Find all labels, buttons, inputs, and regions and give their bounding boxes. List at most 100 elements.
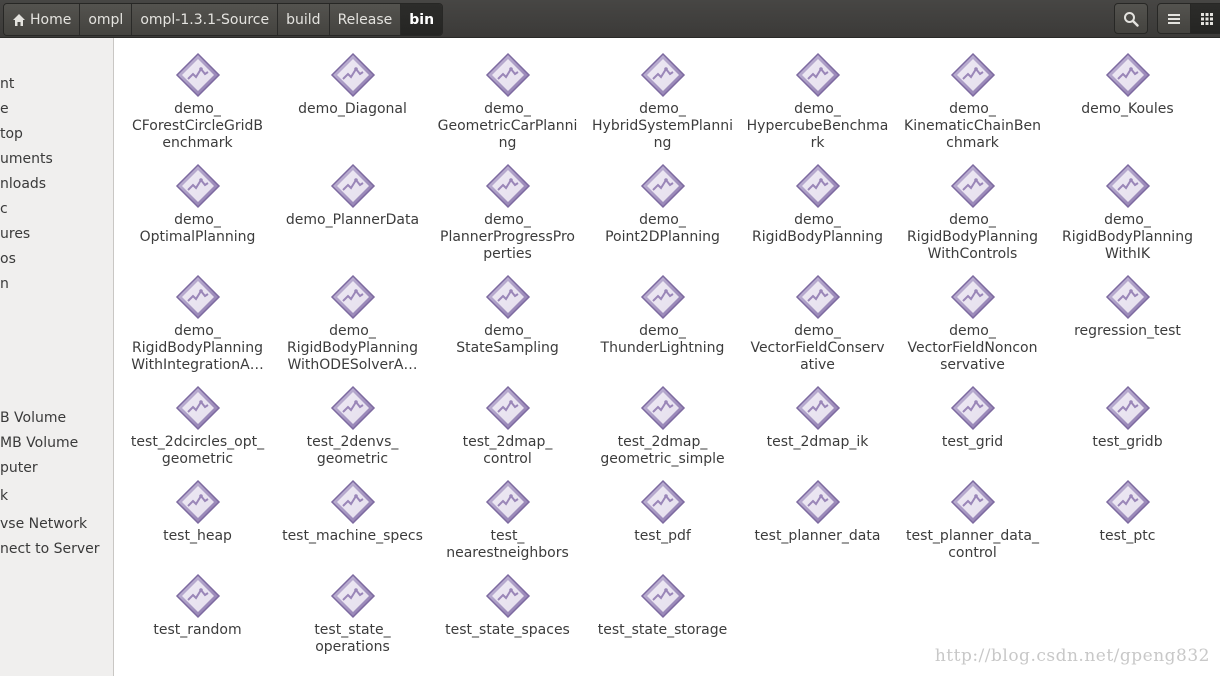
breadcrumb-ompl-source[interactable]: ompl-1.3.1-Source <box>132 4 279 35</box>
breadcrumb-label: Home <box>30 11 72 28</box>
file-item[interactable]: test_gridb <box>1055 385 1200 451</box>
executable-file-icon <box>175 573 220 619</box>
file-label: test_ nearestneighbors <box>446 528 569 561</box>
file-item[interactable]: test_planner_data <box>745 479 890 545</box>
file-label: test_state_storage <box>597 622 728 638</box>
file-item[interactable]: demo_ HypercubeBenchma rk <box>745 52 890 152</box>
file-item[interactable]: demo_ VectorFieldConserv ative <box>745 274 890 374</box>
file-label: demo_ KinematicChainBen chmark <box>904 101 1041 151</box>
sidebar-item-browse-network[interactable]: vse Network <box>0 513 87 535</box>
file-item[interactable]: test_ nearestneighbors <box>435 479 580 562</box>
executable-file-icon <box>485 163 530 209</box>
file-item[interactable]: demo_ RigidBodyPlanning WithIntegrationA… <box>125 274 270 374</box>
file-label: test_gridb <box>1092 434 1163 450</box>
breadcrumb-label: ompl-1.3.1-Source <box>140 11 270 28</box>
executable-file-icon <box>330 52 375 98</box>
file-item[interactable]: demo_ ThunderLightning <box>590 274 735 357</box>
file-label: demo_ PlannerProgressPro perties <box>440 212 575 262</box>
executable-file-icon <box>1105 385 1150 431</box>
breadcrumb-label: Release <box>337 11 393 28</box>
file-label: test_machine_specs <box>282 528 423 544</box>
executable-file-icon <box>640 274 685 320</box>
executable-file-icon <box>175 163 220 209</box>
file-label: test_planner_data <box>754 528 881 544</box>
file-item[interactable]: test_heap <box>125 479 270 545</box>
file-label: demo_ RigidBodyPlanning WithIK <box>1062 212 1193 262</box>
file-label: demo_Koules <box>1081 101 1174 117</box>
file-item[interactable]: demo_ HybridSystemPlanni ng <box>590 52 735 152</box>
file-item[interactable]: demo_Koules <box>1055 52 1200 118</box>
sidebar-item-downloads[interactable]: nloads <box>0 173 46 195</box>
sidebar-item-pictures[interactable]: ures <box>0 223 30 245</box>
sidebar-item-recent[interactable]: nt <box>0 73 14 95</box>
sidebar-item-home[interactable]: e <box>0 98 9 120</box>
file-item[interactable]: demo_ RigidBodyPlanning WithIK <box>1055 163 1200 263</box>
file-item[interactable]: test_2dcircles_opt_ geometric <box>125 385 270 468</box>
file-item[interactable]: test_state_spaces <box>435 573 580 639</box>
executable-file-icon <box>795 163 840 209</box>
executable-file-icon <box>175 52 220 98</box>
search-button[interactable] <box>1114 3 1148 34</box>
sidebar-item-documents[interactable]: uments <box>0 148 53 170</box>
file-item[interactable]: test_machine_specs <box>280 479 425 545</box>
header-bar: Home ompl ompl-1.3.1-Source build Releas… <box>0 0 1220 38</box>
search-icon <box>1124 11 1139 27</box>
breadcrumb-home[interactable]: Home <box>4 4 81 35</box>
sidebar-item-computer[interactable]: puter <box>0 457 38 479</box>
file-item[interactable]: test_state_storage <box>590 573 735 639</box>
list-view-button[interactable] <box>1157 3 1191 34</box>
file-label: test_ptc <box>1099 528 1156 544</box>
file-item[interactable]: demo_ RigidBodyPlanning <box>745 163 890 246</box>
sidebar-item-music[interactable]: c <box>0 198 8 220</box>
file-item[interactable]: demo_ Point2DPlanning <box>590 163 735 246</box>
executable-file-icon <box>795 385 840 431</box>
file-item[interactable]: demo_ RigidBodyPlanning WithODESolverA… <box>280 274 425 374</box>
file-item[interactable]: test_random <box>125 573 270 639</box>
file-item[interactable]: demo_ RigidBodyPlanning WithControls <box>900 163 1045 263</box>
executable-file-icon <box>175 479 220 525</box>
sidebar-item-connect-to-server[interactable]: nect to Server <box>0 538 100 560</box>
breadcrumb-bin[interactable]: bin <box>401 4 443 35</box>
file-item[interactable]: demo_ StateSampling <box>435 274 580 357</box>
file-item[interactable]: test_grid <box>900 385 1045 451</box>
file-label: demo_Diagonal <box>298 101 407 117</box>
file-item[interactable]: test_2dmap_ geometric_simple <box>590 385 735 468</box>
sidebar-item-volume-2[interactable]: MB Volume <box>0 432 78 454</box>
breadcrumb-build[interactable]: build <box>278 4 330 35</box>
grid-view-button[interactable] <box>1190 3 1220 34</box>
file-item[interactable]: test_planner_data_ control <box>900 479 1045 562</box>
sidebar-item-desktop[interactable]: top <box>0 123 23 145</box>
breadcrumb-ompl[interactable]: ompl <box>80 4 133 35</box>
executable-file-icon <box>330 163 375 209</box>
file-label: demo_ HybridSystemPlanni ng <box>592 101 733 151</box>
file-item[interactable]: demo_ KinematicChainBen chmark <box>900 52 1045 152</box>
file-item[interactable]: test_pdf <box>590 479 735 545</box>
file-item[interactable]: demo_ OptimalPlanning <box>125 163 270 246</box>
file-label: demo_ HypercubeBenchma rk <box>746 101 889 151</box>
executable-file-icon <box>640 52 685 98</box>
file-label: regression_test <box>1074 323 1181 339</box>
file-item[interactable]: demo_PlannerData <box>280 163 425 229</box>
file-label: demo_ RigidBodyPlanning WithODESolverA… <box>287 323 418 373</box>
file-label: test_2dmap_ik <box>766 434 869 450</box>
sidebar-item-trash[interactable]: n <box>0 273 9 295</box>
file-item[interactable]: test_2dmap_ik <box>745 385 890 451</box>
file-item[interactable]: test_2dmap_ control <box>435 385 580 468</box>
file-item[interactable]: test_ptc <box>1055 479 1200 545</box>
executable-file-icon <box>640 479 685 525</box>
file-item[interactable]: test_state_ operations <box>280 573 425 656</box>
file-item[interactable]: demo_ GeometricCarPlanni ng <box>435 52 580 152</box>
sidebar: nt e top uments nloads c ures os n B Vol… <box>0 38 114 676</box>
sidebar-item-volume-1[interactable]: B Volume <box>0 407 66 429</box>
file-item[interactable]: test_2denvs_ geometric <box>280 385 425 468</box>
file-item[interactable]: demo_Diagonal <box>280 52 425 118</box>
file-label: demo_ StateSampling <box>456 323 559 356</box>
sidebar-item-disk[interactable]: k <box>0 485 8 507</box>
file-item[interactable]: demo_ CForestCircleGridB enchmark <box>125 52 270 152</box>
file-item[interactable]: demo_ VectorFieldNoncon servative <box>900 274 1045 374</box>
file-item[interactable]: regression_test <box>1055 274 1200 340</box>
sidebar-item-videos[interactable]: os <box>0 248 16 270</box>
file-item[interactable]: demo_ PlannerProgressPro perties <box>435 163 580 263</box>
breadcrumb-release[interactable]: Release <box>329 4 402 35</box>
file-label: demo_ OptimalPlanning <box>139 212 256 245</box>
